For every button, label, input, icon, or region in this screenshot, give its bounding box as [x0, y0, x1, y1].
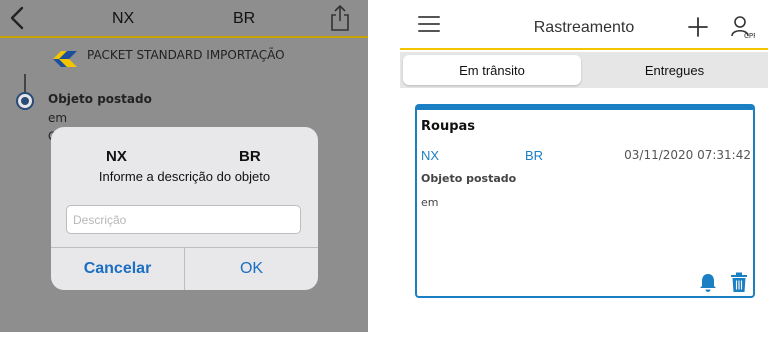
status-tabs: Em trânsito Entregues [400, 52, 768, 88]
dialog-message: Informe a descrição do objeto [98, 169, 271, 184]
timeline-dot-icon [16, 92, 34, 110]
app-header: Rastreamento CPF [400, 0, 768, 50]
description-input[interactable] [66, 205, 301, 234]
package-datetime: 03/11/2020 07:31:42 [624, 148, 751, 162]
svg-text:CPF: CPF [744, 32, 755, 40]
description-dialog: NX BR Informe a descrição do objeto Canc… [51, 127, 318, 290]
timeline-line [24, 74, 26, 94]
nav-code-from: NX [112, 10, 135, 27]
cancel-button[interactable]: Cancelar [51, 248, 184, 290]
package-code-from: NX [421, 148, 440, 163]
left-screen: NX BR PACKET STANDARD IMPORTAÇÃO Objeto … [0, 0, 368, 342]
chevron-left-icon[interactable] [6, 2, 30, 34]
event-location: em [48, 111, 68, 125]
tab-em-transito[interactable]: Em trânsito [403, 55, 581, 85]
plus-icon[interactable] [687, 16, 709, 38]
correios-logo [53, 51, 77, 67]
right-screen: Rastreamento CPF Em trânsito Entregues R… [400, 0, 768, 342]
package-code-to: BR [525, 148, 544, 163]
dialog-code-to: BR [239, 148, 261, 165]
package-title: Roupas [421, 119, 476, 134]
trash-icon[interactable] [730, 272, 748, 293]
event-status: Objeto postado [48, 92, 152, 106]
package-status: Objeto postado [421, 172, 517, 185]
ok-button[interactable]: OK [185, 248, 318, 290]
share-icon[interactable] [328, 4, 352, 32]
package-location: em [421, 196, 439, 209]
package-card[interactable]: Roupas NX BR 03/11/2020 07:31:42 Objeto … [415, 104, 755, 298]
carrier-name: PACKET STANDARD IMPORTAÇÃO [87, 48, 285, 62]
bottom-strip [0, 332, 368, 342]
tab-entregues[interactable]: Entregues [584, 55, 765, 85]
user-cpf-icon[interactable]: CPF [729, 14, 755, 40]
page-title: Rastreamento [533, 19, 635, 36]
dialog-code-from: NX [106, 148, 127, 165]
nav-bar: NX BR [0, 0, 368, 38]
bell-icon[interactable] [699, 273, 717, 293]
nav-code-to: BR [233, 10, 256, 27]
